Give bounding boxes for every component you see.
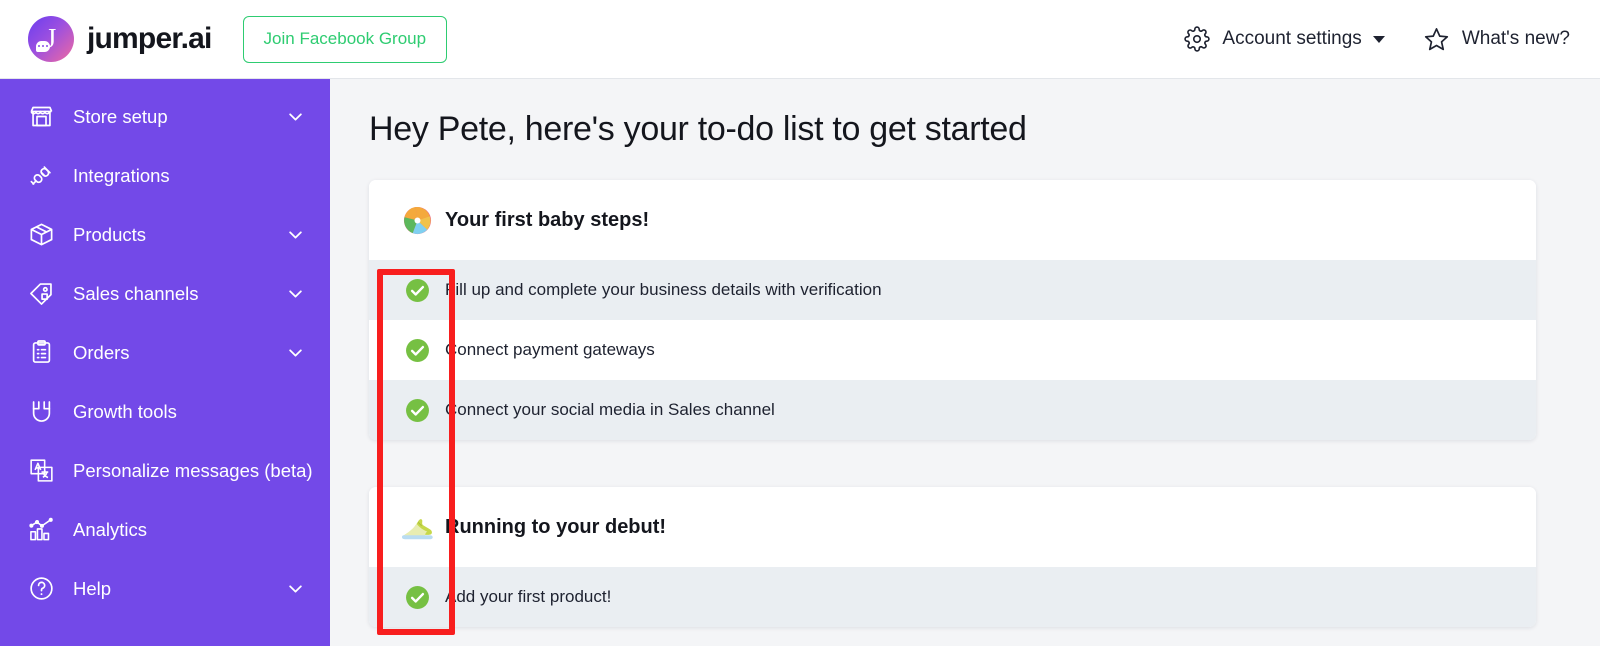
task-label: Add your first product!: [445, 587, 612, 606]
sidebar-item-label: Store setup: [73, 105, 168, 127]
chevron-down-icon[interactable]: [289, 289, 302, 298]
box-icon: [26, 220, 56, 250]
sidebar-item-store-setup[interactable]: Store setup: [0, 87, 330, 146]
magnet-icon: [26, 397, 56, 427]
chevron-down-icon[interactable]: [289, 230, 302, 239]
top-header: J jumper.ai Join Facebook Group Account …: [0, 0, 1600, 79]
whats-new-label: What's new?: [1461, 28, 1570, 49]
sidebar-item-orders[interactable]: Orders: [0, 323, 330, 382]
task-row[interactable]: Fill up and complete your business detai…: [369, 260, 1536, 320]
sidebar-item-label: Growth tools: [73, 400, 177, 422]
header-actions: Account settings What's new?: [1146, 26, 1570, 53]
green-check-icon: [398, 278, 436, 303]
account-settings-menu[interactable]: Account settings: [1184, 26, 1385, 52]
sidebar-item-help[interactable]: Help: [0, 559, 330, 618]
task-row[interactable]: Connect payment gateways: [369, 320, 1536, 380]
star-icon: [1423, 26, 1450, 53]
sidebar-item-sales-channels[interactable]: Sales channels: [0, 264, 330, 323]
green-check-icon: [398, 338, 436, 363]
todo-card-running-debut: Running to your debut! Add your first pr…: [369, 487, 1536, 627]
chevron-down-icon[interactable]: [289, 584, 302, 593]
main-content: Hey Pete, here's your to-do list to get …: [330, 79, 1600, 646]
card-header: Your first baby steps!: [369, 180, 1536, 260]
sidebar-item-analytics[interactable]: Analytics: [0, 500, 330, 559]
brand-logo[interactable]: J jumper.ai: [28, 16, 212, 62]
sidebar-item-personalize-messages[interactable]: Personalize messages (beta): [0, 441, 330, 500]
running-shoe-emoji-icon: [398, 512, 436, 543]
bar-chart-icon: [26, 515, 56, 545]
chevron-down-icon: [1372, 35, 1385, 43]
clipboard-icon: [26, 338, 56, 368]
app-root: J jumper.ai Join Facebook Group Account …: [0, 0, 1600, 646]
todo-card-baby-steps: Your first baby steps! Fill up and compl…: [369, 180, 1536, 440]
sidebar-item-label: Orders: [73, 341, 130, 363]
sidebar-item-growth-tools[interactable]: Growth tools: [0, 382, 330, 441]
task-label: Connect your social media in Sales chann…: [445, 400, 775, 419]
sidebar-item-integrations[interactable]: Integrations: [0, 146, 330, 205]
task-row[interactable]: Connect your social media in Sales chann…: [369, 380, 1536, 440]
tag-icon: [26, 279, 56, 309]
task-row[interactable]: Add your first product!: [369, 567, 1536, 627]
logo-j-glyph: J: [45, 22, 57, 53]
page-title: Hey Pete, here's your to-do list to get …: [369, 110, 1027, 148]
card-header: Running to your debut!: [369, 487, 1536, 567]
jumper-logo-icon: J: [28, 16, 74, 62]
sidebar-item-label: Products: [73, 223, 147, 245]
beach-ball-emoji-icon: [398, 205, 436, 236]
brand-name: jumper.ai: [87, 22, 212, 55]
chevron-down-icon[interactable]: [289, 348, 302, 357]
sidebar-item-label: Sales channels: [73, 282, 199, 304]
sidebar-item-label: Integrations: [73, 164, 170, 186]
green-check-icon: [398, 585, 436, 610]
sidebar-item-label: Help: [73, 577, 112, 599]
join-facebook-group-button[interactable]: Join Facebook Group: [242, 15, 448, 63]
sidebar-item-label: Personalize messages (beta): [73, 459, 313, 481]
sidebar-item-products[interactable]: Products: [0, 205, 330, 264]
task-label: Fill up and complete your business detai…: [445, 280, 882, 299]
sidebar-nav: Store setup Integrations Products Sales …: [0, 79, 330, 646]
storefront-icon: [26, 102, 56, 132]
translate-icon: [26, 456, 56, 486]
card-title: Running to your debut!: [445, 515, 667, 538]
plug-icon: [26, 161, 56, 191]
card-title: Your first baby steps!: [445, 208, 650, 231]
chat-bubble-icon: [36, 41, 50, 52]
chevron-down-icon[interactable]: [289, 112, 302, 121]
gear-icon: [1184, 26, 1211, 52]
question-mark-circle-icon: [26, 574, 56, 604]
green-check-icon: [398, 398, 436, 423]
whats-new-link[interactable]: What's new?: [1423, 26, 1570, 53]
sidebar-item-label: Analytics: [73, 518, 148, 540]
account-settings-label: Account settings: [1222, 28, 1362, 49]
task-label: Connect payment gateways: [445, 340, 655, 359]
